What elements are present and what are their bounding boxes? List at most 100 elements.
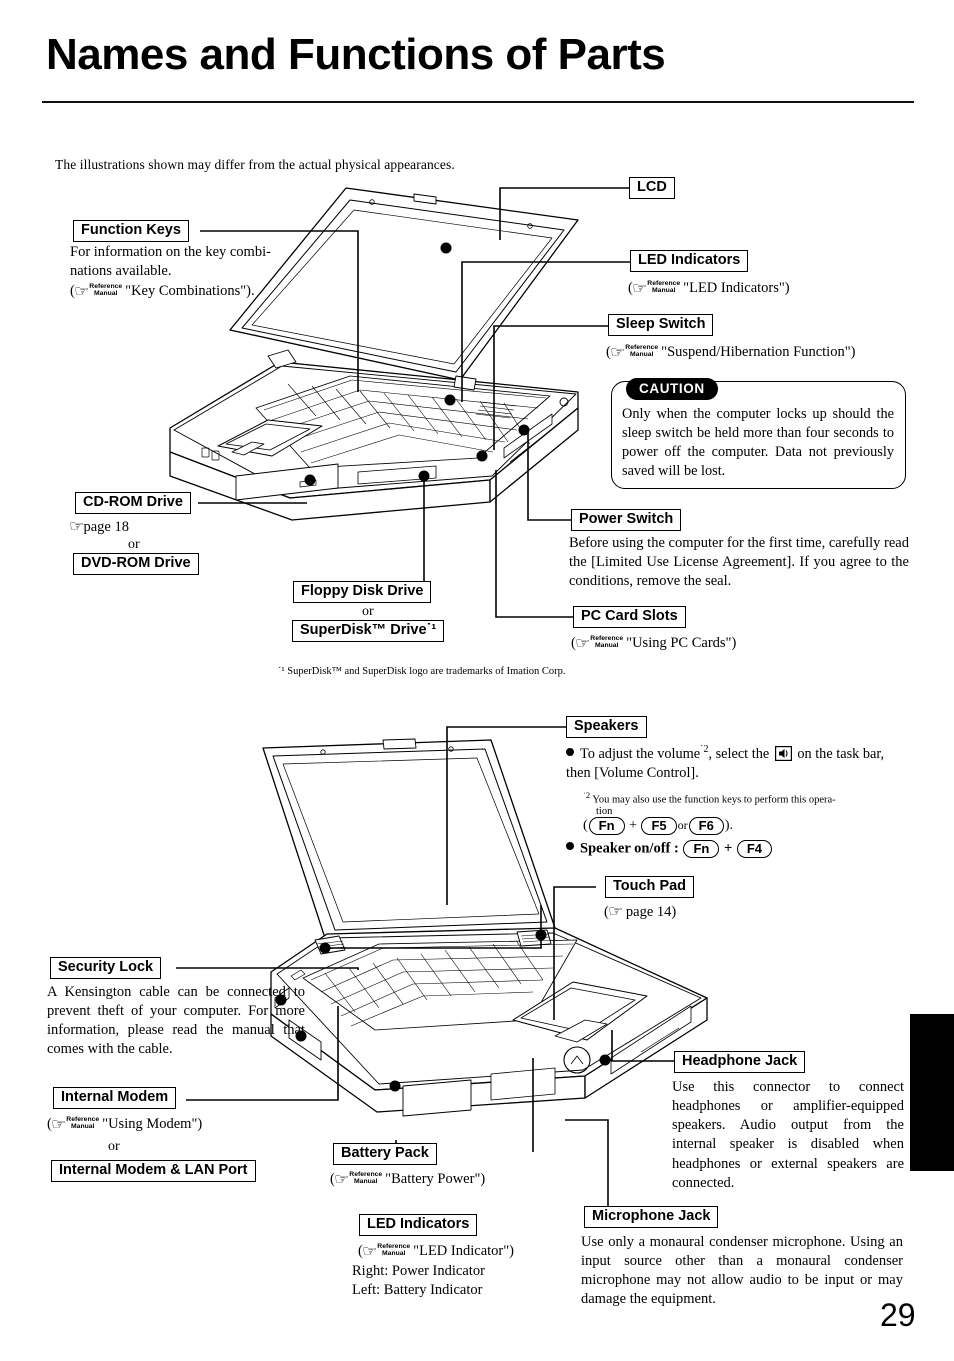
pointing-hand-icon: ☞ <box>607 904 624 920</box>
function-keys-ref-text: "Key Combinations"). <box>125 283 255 299</box>
combo-plus-2: + <box>723 840 733 857</box>
pointing-hand-icon: ☞ <box>609 345 626 361</box>
speaker-onoff-label: Speaker on/off : <box>580 840 679 857</box>
security-lock-body: A Kensington cable can be connected to p… <box>47 984 305 1058</box>
callout-dvd-rom-drive[interactable]: DVD-ROM Drive <box>73 553 199 576</box>
manual-label: Manual <box>630 351 654 358</box>
manual-label: Manual <box>71 1123 95 1130</box>
pointing-hand-icon: ☞ <box>68 519 85 535</box>
reference-label: Reference <box>377 1242 411 1250</box>
combo-open-paren: ( <box>583 818 588 834</box>
speakers-bullet-1: To adjust the volume˙2, select the on th… <box>566 743 906 782</box>
speakers-footnote-text: You may also use the function keys to pe… <box>592 794 836 806</box>
callout-sleep-switch[interactable]: Sleep Switch <box>608 314 714 337</box>
headphone-jack-body: Use this connector to connect headphones… <box>672 1079 904 1191</box>
speakers-key-combo: (Fn + F5 or F6). <box>583 817 733 835</box>
reference-label: Reference <box>66 1115 100 1123</box>
function-keys-reference: (☞Reference Manual "Key Combinations"). <box>70 282 330 303</box>
function-keys-body: For information on the key combi-nations… <box>70 244 271 280</box>
callout-led-indicators-top[interactable]: LED Indicators <box>630 250 749 273</box>
bullet-icon <box>566 842 574 851</box>
reference-manual-glyph: ☞Reference Manual <box>361 1242 413 1263</box>
caution-badge: CAUTION <box>626 378 718 400</box>
touch-pad-page-ref: (☞ page 14) <box>604 903 804 923</box>
sleep-switch-reference: (☞Reference Manual "Suspend/Hibernation Fu… <box>606 343 916 364</box>
reference-manual-glyph: ☞Reference Manual <box>50 1115 102 1136</box>
pointing-hand-icon: ☞ <box>574 636 591 652</box>
touch-pad-page-text: page 14 <box>625 904 672 920</box>
section-tab-marker <box>910 1014 954 1171</box>
pointing-hand-icon: ☞ <box>50 1117 67 1133</box>
internal-modem-ref-text: "Using Modem") <box>102 1116 203 1132</box>
reference-label: Reference <box>625 343 659 351</box>
speakers-bullet1-text1: To adjust the volume <box>580 745 701 762</box>
callout-superdisk-drive[interactable]: SuperDisk™ Drive˙¹ <box>292 620 445 643</box>
led-left-indicator-line: Left: Battery Indicator <box>352 1282 483 1298</box>
led-indicators-bottom-ref-text: "LED Indicator") <box>413 1243 514 1259</box>
volume-speaker-icon <box>774 745 792 761</box>
reference-label: Reference <box>89 282 123 290</box>
callout-security-lock[interactable]: Security Lock <box>50 957 162 980</box>
manual-label: Manual <box>382 1250 406 1257</box>
callout-floppy-disk-drive[interactable]: Floppy Disk Drive <box>293 581 432 604</box>
combo-plus: + <box>629 818 637 834</box>
cd-dvd-or-label: or <box>128 537 140 552</box>
pc-card-slots-reference: (☞Reference Manual "Using PC Cards") <box>571 634 861 655</box>
floppy-superdisk-or-label: or <box>362 604 374 619</box>
speakers-bullet1-text2: , select the <box>708 745 770 762</box>
pointing-hand-icon: ☞ <box>333 1172 350 1188</box>
manual-label: Manual <box>354 1178 378 1185</box>
callout-pc-card-slots[interactable]: PC Card Slots <box>573 606 686 629</box>
cd-rom-drive-page-ref: ☞page 18 <box>68 518 240 538</box>
pc-card-slots-ref-text: "Using PC Cards") <box>626 635 737 651</box>
key-fn-2[interactable]: Fn <box>683 840 720 858</box>
pointing-hand-icon: ☞ <box>73 284 90 300</box>
callout-led-indicators-bottom[interactable]: LED Indicators <box>359 1214 478 1237</box>
internal-modem-reference: (☞Reference Manual "Using Modem") <box>47 1115 307 1136</box>
key-fn[interactable]: Fn <box>588 817 625 835</box>
callout-battery-pack[interactable]: Battery Pack <box>333 1143 437 1166</box>
combo-or: or <box>677 818 688 833</box>
sleep-switch-ref-text: "Suspend/Hibernation Function") <box>661 344 856 360</box>
manual-label: Manual <box>94 290 118 297</box>
callout-headphone-jack[interactable]: Headphone Jack <box>674 1051 806 1074</box>
reference-manual-glyph: ☞Reference Manual <box>333 1170 385 1191</box>
manual-label: Manual <box>652 287 676 294</box>
led-indicators-top-reference: (☞Reference Manual "LED Indicators") <box>628 279 908 300</box>
speakers-footnote-sup: ˙2 <box>583 790 591 800</box>
reference-manual-glyph: ☞Reference Manual <box>73 282 125 303</box>
pointing-hand-icon: ☞ <box>361 1244 378 1260</box>
pointing-hand-icon: ☞ <box>631 281 648 297</box>
reference-label: Reference <box>590 634 624 642</box>
reference-label: Reference <box>647 279 681 287</box>
manual-label: Manual <box>595 642 619 649</box>
reference-manual-glyph: ☞Reference Manual <box>609 343 661 364</box>
reference-label: Reference <box>349 1170 383 1178</box>
modem-lan-or-label: or <box>108 1139 120 1154</box>
callout-function-keys[interactable]: Function Keys <box>73 220 189 243</box>
manual-page: Names and Functions of Parts The illustr… <box>0 0 954 1361</box>
reference-manual-glyph: ☞Reference Manual <box>574 634 626 655</box>
key-f6[interactable]: F6 <box>688 817 724 835</box>
combo-close-paren: ). <box>724 818 733 834</box>
page-number: 29 <box>880 1297 916 1333</box>
callout-internal-modem-lan-port[interactable]: Internal Modem & LAN Port <box>51 1160 256 1183</box>
caution-text: Only when the computer locks up should t… <box>622 406 894 479</box>
key-f4[interactable]: F4 <box>736 840 773 858</box>
callout-lcd[interactable]: LCD <box>629 177 675 200</box>
key-f5[interactable]: F5 <box>641 817 677 835</box>
callout-touch-pad[interactable]: Touch Pad <box>605 876 695 899</box>
battery-pack-ref-text: "Battery Power") <box>385 1171 486 1187</box>
microphone-jack-body: Use only a monaural condenser microphone… <box>581 1234 903 1308</box>
led-right-indicator-line: Right: Power Indicator <box>352 1263 485 1279</box>
cd-rom-drive-page-text: page 18 <box>83 519 129 535</box>
callout-microphone-jack[interactable]: Microphone Jack <box>584 1206 719 1229</box>
battery-pack-reference: (☞Reference Manual "Battery Power") <box>330 1170 590 1191</box>
callout-power-switch[interactable]: Power Switch <box>571 509 682 532</box>
callout-cd-rom-drive[interactable]: CD-ROM Drive <box>75 492 191 515</box>
reference-manual-glyph: ☞Reference Manual <box>631 279 683 300</box>
power-switch-body: Before using the computer for the first … <box>569 535 909 590</box>
speakers-bullet-2: Speaker on/off : Fn + F4 <box>566 840 773 858</box>
callout-speakers[interactable]: Speakers <box>566 716 647 739</box>
callout-internal-modem[interactable]: Internal Modem <box>53 1087 177 1110</box>
